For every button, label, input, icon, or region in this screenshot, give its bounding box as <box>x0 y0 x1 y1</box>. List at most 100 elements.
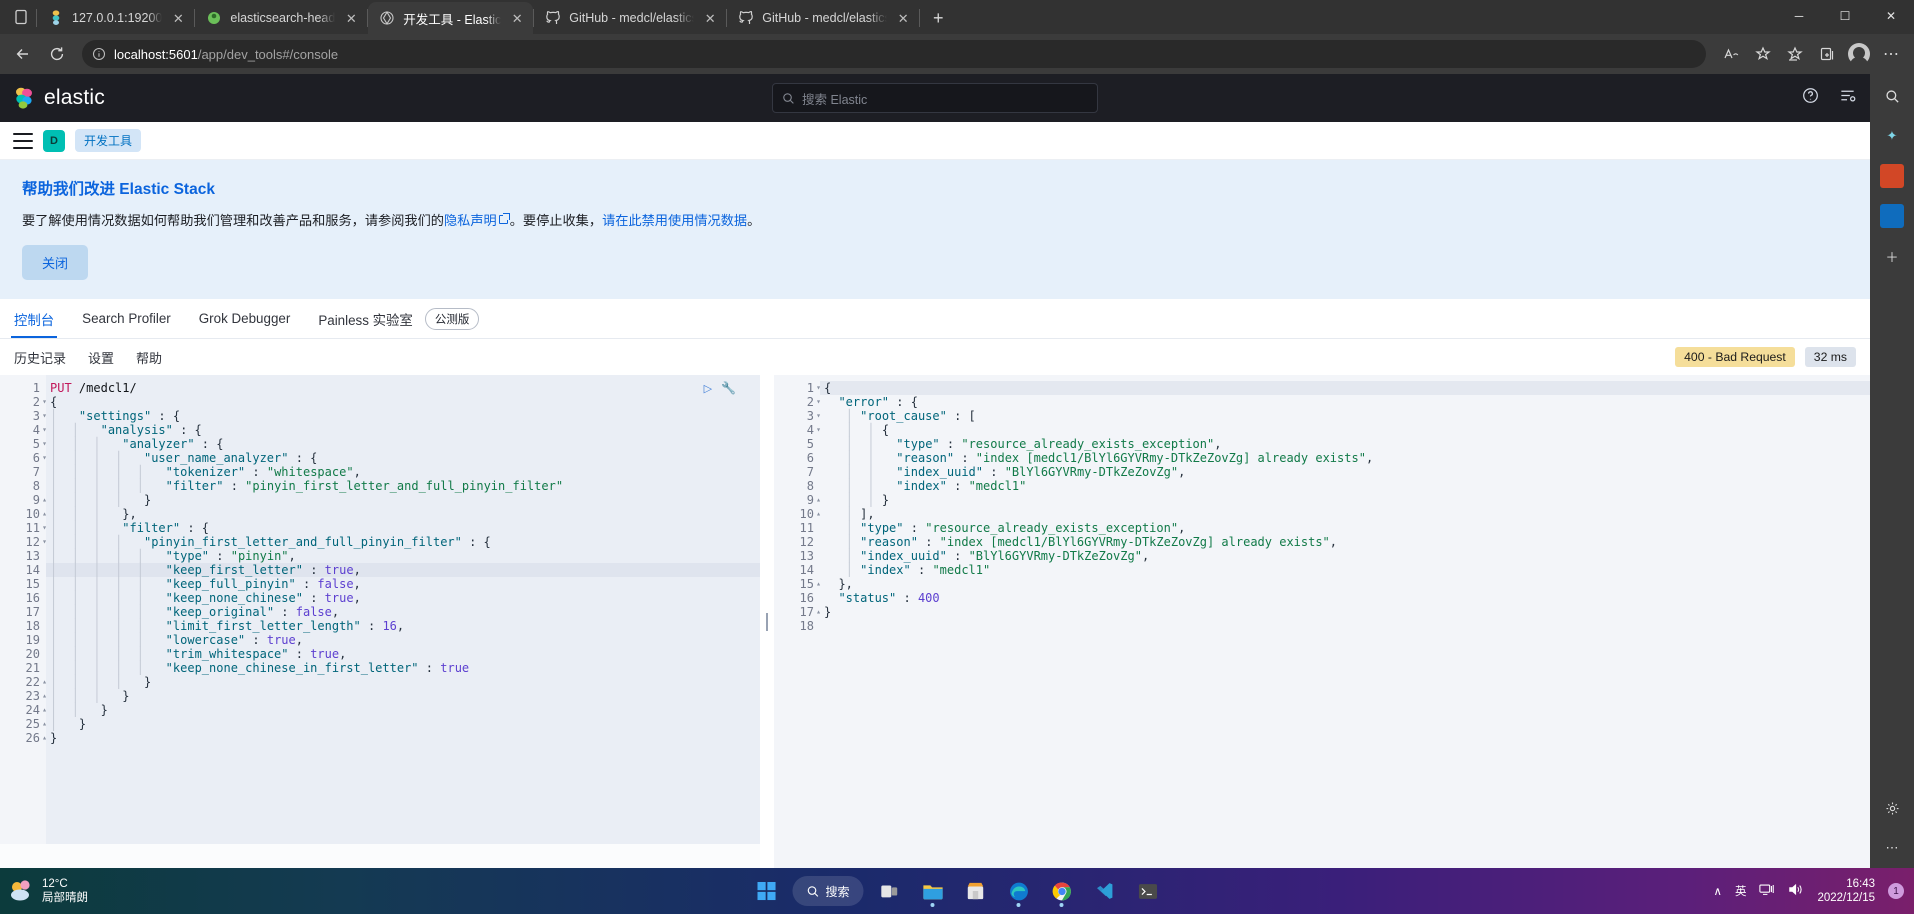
response-code[interactable]: { "error" : { │ "root_cause" : [ │ │ { │… <box>820 375 1870 868</box>
code-line: │ │ "type" : "resource_already_exists_ex… <box>845 437 1222 452</box>
space-avatar[interactable]: D <box>43 129 65 152</box>
tray-ime-indicator[interactable]: 英 <box>1735 883 1747 899</box>
sidebar-shopping-icon[interactable] <box>1880 164 1904 188</box>
help-icon[interactable] <box>1802 87 1819 109</box>
code-line: │ │ │ │ "user_name_analyzer" : { <box>50 451 318 466</box>
console-editors: 1 2 ▾ 3 ▾ 4 ▾ 5 ▾ 6 ▾ 7 8 9 ▴ 10 ▴ 11 ▾ 12 ▾ 13 14 15 16 17 18 19 20… <box>0 375 1870 868</box>
clock-time: 16:43 <box>1846 877 1875 890</box>
code-line: │ │ "analysis" : { <box>50 423 202 438</box>
taskbar-search-pill[interactable]: 搜索 <box>792 876 864 906</box>
store-icon[interactable] <box>959 874 993 908</box>
console-help-button[interactable]: 帮助 <box>136 348 162 367</box>
close-icon[interactable]: ✕ <box>170 10 186 26</box>
sidebar-settings-icon[interactable] <box>1880 796 1904 820</box>
request-code[interactable]: PUT /medcl1/{│ "settings" : {│ │ "analys… <box>46 375 760 868</box>
read-aloud-icon[interactable] <box>1716 39 1746 69</box>
console-settings-button[interactable]: 设置 <box>88 348 114 367</box>
browser-tab-3[interactable]: GitHub - medcl/elasticsearch-ana ✕ <box>534 2 726 34</box>
tab-grok-debugger[interactable]: Grok Debugger <box>199 299 291 338</box>
line-number: 21 <box>25 661 40 676</box>
browser-settings-icon[interactable]: ⋯ <box>1876 39 1906 69</box>
line-number: 12 <box>799 535 814 550</box>
file-explorer-icon[interactable] <box>916 874 950 908</box>
tray-network-icon[interactable] <box>1759 882 1775 900</box>
add-favorite-icon[interactable] <box>1748 39 1778 69</box>
news-feed-icon[interactable] <box>1839 87 1856 109</box>
callout-body: 要了解使用情况数据如何帮助我们管理和改善产品和服务，请参阅我们的隐私声明 。要停止… <box>22 212 1848 229</box>
tab-painless-lab[interactable]: Painless 实验室 <box>318 299 413 338</box>
line-number: 10 ▴ <box>799 507 821 522</box>
vscode-icon[interactable] <box>1088 874 1122 908</box>
taskbar-clock[interactable]: 16:43 2022/12/15 <box>1817 877 1875 906</box>
callout-title: 帮助我们改进 Elastic Stack <box>22 181 215 198</box>
favorites-icon[interactable] <box>1780 39 1810 69</box>
code-line: │ │ │ │ │ "keep_none_chinese" : true, <box>50 591 361 606</box>
line-number: 12 ▾ <box>25 535 47 550</box>
close-window-button[interactable]: ✕ <box>1868 0 1914 32</box>
code-line: { <box>820 381 1870 396</box>
tab-search-profiler[interactable]: Search Profiler <box>82 299 171 338</box>
back-icon[interactable] <box>8 39 38 69</box>
new-tab-button[interactable]: + <box>924 4 952 32</box>
line-number: 7 <box>32 465 40 480</box>
close-icon[interactable]: ✕ <box>895 10 911 26</box>
sidebar-copilot-icon[interactable]: ✦ <box>1880 124 1904 148</box>
task-view-icon[interactable] <box>873 874 907 908</box>
minimize-button[interactable]: ─ <box>1776 0 1822 32</box>
tab-search-icon[interactable] <box>6 2 36 32</box>
wrench-icon[interactable]: 🔧 <box>721 381 736 395</box>
request-editor[interactable]: 1 2 ▾ 3 ▾ 4 ▾ 5 ▾ 6 ▾ 7 8 9 ▴ 10 ▴ 11 ▾ 12 ▾ 13 14 15 16 17 18 19 20… <box>0 375 760 868</box>
request-gutter[interactable]: 1 2 ▾ 3 ▾ 4 ▾ 5 ▾ 6 ▾ 7 8 9 ▴ 10 ▴ 11 ▾ 12 ▾ 13 14 15 16 17 18 19 20… <box>0 375 47 868</box>
response-editor[interactable]: 1 ▾ 2 ▾ 3 ▾ 4 ▾ 5 6 7 8 9 ▴ 10 ▴ 11 12 13 14 15 ▴ 16 17 ▴ 18 { "e… <box>774 375 1870 868</box>
browser-tab-4[interactable]: GitHub - medcl/elasticsearch-ana ✕ <box>727 2 919 34</box>
sidebar-search-icon[interactable] <box>1880 84 1904 108</box>
chrome-icon[interactable] <box>1045 874 1079 908</box>
start-icon[interactable] <box>749 874 783 908</box>
line-number: 18 <box>799 619 814 634</box>
console-history-button[interactable]: 历史记录 <box>14 348 66 367</box>
line-number: 2 ▾ <box>32 395 47 410</box>
browser-tab-2[interactable]: 开发工具 - Elastic ✕ <box>368 2 534 34</box>
beta-badge: 公测版 <box>424 307 480 330</box>
browser-tab-0[interactable]: 127.0.0.1:19200 ✕ <box>37 2 194 34</box>
notification-badge[interactable]: 1 <box>1888 883 1904 899</box>
browser-tab-1[interactable]: elasticsearch-head ✕ <box>195 2 367 34</box>
tray-chevron-icon[interactable]: ∧ <box>1714 884 1722 898</box>
close-icon[interactable]: ✕ <box>509 10 525 26</box>
page-viewport: elastic 搜索 Elastic D 开发工具 帮助我们改进 Elastic… <box>0 74 1914 868</box>
breadcrumb-item-devtools[interactable]: 开发工具 <box>75 129 142 152</box>
code-line: │ │ │ │ │ "tokenizer" : "whitespace", <box>50 465 361 480</box>
maximize-button[interactable]: ☐ <box>1822 0 1868 32</box>
line-number: 9 ▴ <box>32 493 47 508</box>
time-badge: 32 ms <box>1804 347 1856 368</box>
line-number: 5 <box>806 437 814 452</box>
line-number: 16 <box>25 591 40 606</box>
editor-splitter[interactable] <box>760 375 774 868</box>
profile-avatar[interactable] <box>1844 39 1874 69</box>
sidebar-add-icon[interactable]: ＋ <box>1880 244 1904 268</box>
code-line: │ } <box>50 717 87 732</box>
dismiss-callout-button[interactable]: 关闭 <box>22 245 89 281</box>
edge-icon[interactable] <box>1002 874 1036 908</box>
address-bar[interactable]: localhost:5601/app/dev_tools#/console <box>82 40 1706 68</box>
code-line: │ │ } <box>50 703 108 718</box>
reload-icon[interactable] <box>42 39 72 69</box>
elastic-logo[interactable]: elastic <box>12 86 105 110</box>
tab-console[interactable]: 控制台 <box>10 299 58 339</box>
collections-icon[interactable] <box>1812 39 1842 69</box>
tab-title: 开发工具 - Elastic <box>403 12 502 27</box>
close-icon[interactable]: ✕ <box>702 10 718 26</box>
sidebar-overflow-icon[interactable]: ⋯ <box>1880 836 1904 860</box>
run-request-icon[interactable]: ▷ <box>704 382 712 395</box>
close-icon[interactable]: ✕ <box>343 10 359 26</box>
sidebar-outlook-icon[interactable] <box>1880 204 1904 228</box>
global-search-input[interactable]: 搜索 Elastic <box>772 83 1098 113</box>
tray-volume-icon[interactable] <box>1788 882 1804 900</box>
terminal-icon[interactable] <box>1131 874 1165 908</box>
menu-icon[interactable] <box>13 132 33 149</box>
disable-telemetry-link[interactable]: 请在此禁用使用情况数据 <box>602 213 747 228</box>
taskbar-weather-widget[interactable]: 12°C 局部晴朗 <box>0 877 88 906</box>
privacy-statement-link[interactable]: 隐私声明 <box>444 213 497 228</box>
running-indicator <box>1016 903 1021 907</box>
global-search-placeholder: 搜索 Elastic <box>802 92 868 107</box>
